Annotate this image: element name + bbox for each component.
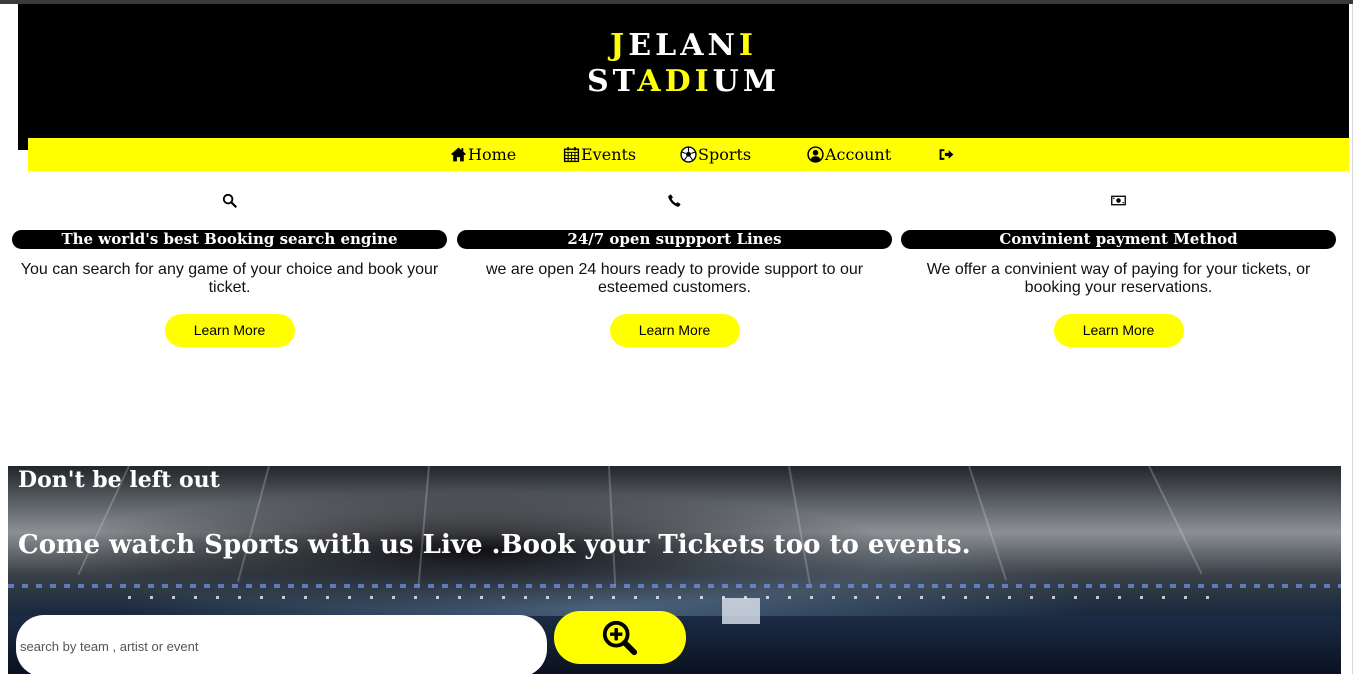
logo-line-2: STADIUM <box>18 64 1349 100</box>
money-icon <box>1111 195 1126 205</box>
search-icon <box>222 193 237 208</box>
brand-logo[interactable]: JELANI STADIUM <box>18 28 1349 100</box>
nav-account[interactable]: Account <box>807 138 891 171</box>
nav-events-label: Events <box>581 145 637 164</box>
hero-banner: Don't be left out Come watch Sports with… <box>8 466 1341 674</box>
feature-card-search: The world's best Booking search engine Y… <box>12 188 447 347</box>
feature-card-payment: Convinient payment Method We offer a con… <box>901 188 1336 347</box>
soccer-ball-icon <box>680 146 697 163</box>
logo-letter: ELAN <box>628 28 739 63</box>
stadium-roof-rib <box>236 466 270 583</box>
stadium-lights <box>8 584 1341 588</box>
logo-letter: UM <box>712 64 781 99</box>
zoom-in-icon <box>602 620 638 655</box>
sign-out-icon <box>939 149 954 160</box>
main-nav: Home Events Sports Account <box>28 138 1349 171</box>
learn-more-button[interactable]: Learn More <box>1053 314 1184 347</box>
feature-title: Convinient payment Method <box>901 230 1336 249</box>
feature-text: You can search for any game of your choi… <box>20 261 439 296</box>
logo-line-1: JELANI <box>18 28 1349 64</box>
stadium-roof-rib <box>608 466 617 586</box>
stadium-roof-rib <box>1148 466 1203 575</box>
search-button[interactable] <box>554 611 686 664</box>
nav-logout[interactable] <box>938 138 956 171</box>
learn-more-button[interactable]: Learn More <box>164 314 295 347</box>
hero-subtitle: Don't be left out <box>18 467 220 493</box>
logo-letter: I <box>738 28 757 63</box>
logo-letter: ADI <box>637 64 713 99</box>
logo-letter: J <box>610 28 629 63</box>
home-icon <box>451 147 466 162</box>
user-circle-icon <box>807 146 824 163</box>
calendar-icon <box>563 147 580 163</box>
nav-account-label: Account <box>825 145 892 164</box>
stadium-roof-rib <box>417 466 430 586</box>
nav-home-label: Home <box>468 145 517 164</box>
feature-card-support: 24/7 open suppport Lines we are open 24 … <box>457 188 892 347</box>
feature-text: We offer a convinient way of paying for … <box>926 261 1311 296</box>
stadium-floodlights <box>128 596 1228 599</box>
feature-title: The world's best Booking search engine <box>12 230 447 249</box>
learn-more-button[interactable]: Learn More <box>609 314 740 347</box>
search-input[interactable] <box>16 615 547 674</box>
stadium-roof-rib <box>788 466 811 585</box>
feature-title: 24/7 open suppport Lines <box>457 230 892 249</box>
site-header: JELANI STADIUM <box>18 4 1349 150</box>
nav-home[interactable]: Home <box>450 138 516 171</box>
stadium-roof-rib <box>968 466 1008 581</box>
stadium-screen <box>722 598 760 624</box>
feature-text: we are open 24 hours ready to provide su… <box>485 261 864 296</box>
hero-title: Come watch Sports with us Live .Book you… <box>18 530 971 560</box>
nav-sports[interactable]: Sports <box>680 138 751 171</box>
logo-letter: ST <box>586 64 638 99</box>
nav-sports-label: Sports <box>698 145 752 164</box>
nav-events[interactable]: Events <box>563 138 636 171</box>
phone-icon <box>668 193 681 207</box>
